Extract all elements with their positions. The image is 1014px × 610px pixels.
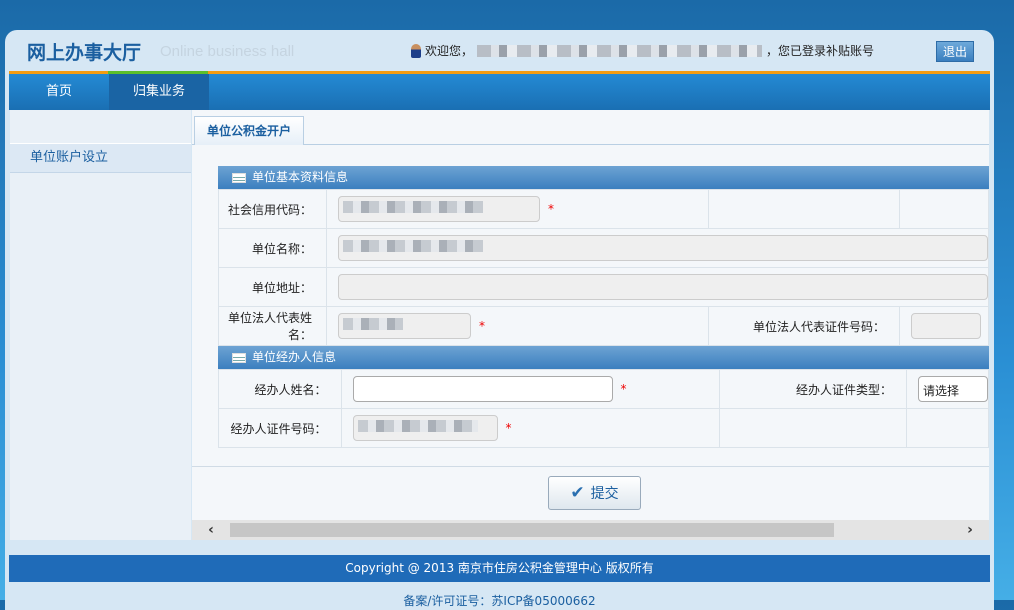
section-header-agent: 单位经办人信息	[218, 346, 989, 369]
sidebar: 单位账户设立	[10, 110, 191, 540]
required-mark: *	[505, 420, 512, 435]
main-content: 单位公积金开户 单位基本资料信息 社会信用代码： * 单位名称： 单位地址： 单位…	[192, 110, 989, 540]
label: 经办人姓名：	[218, 369, 342, 409]
username-redacted	[476, 44, 762, 57]
required-mark: *	[479, 318, 485, 333]
site-subtitle: Online business hall	[160, 43, 295, 60]
agent-name-input[interactable]	[352, 376, 613, 402]
section-header-basic: 单位基本资料信息	[218, 166, 989, 189]
scroll-left-icon[interactable]: ‹	[192, 522, 230, 538]
required-mark: *	[548, 201, 554, 216]
basic-info-table: 社会信用代码： * 单位名称： 单位地址： 单位法人代表姓名： * 单位法人代表证件号…	[218, 189, 989, 346]
label: 经办人证件类型：	[719, 369, 907, 409]
footer-icp: 备案/许可证号：苏ICP备05000662	[403, 594, 596, 608]
site-title: 网上办事大厅	[27, 42, 142, 64]
scroll-right-icon[interactable]: ›	[951, 522, 989, 538]
user-info: 欢迎您， ，您已登录补贴账号	[410, 42, 874, 59]
button-area: ✔ 提交	[192, 466, 989, 520]
scrollbar-thumb[interactable]	[230, 523, 834, 537]
unit-address-input[interactable]	[338, 274, 988, 300]
sidebar-item-account-setup[interactable]: 单位账户设立	[10, 143, 191, 173]
tab-account-open[interactable]: 单位公积金开户	[194, 116, 304, 145]
user-icon	[410, 43, 421, 58]
login-note: ，您已登录补贴账号	[765, 44, 874, 58]
check-icon: ✔	[570, 483, 585, 503]
horizontal-scrollbar[interactable]: ‹ ›	[192, 520, 989, 540]
unit-name-input[interactable]	[338, 235, 988, 261]
label: 单位法人代表证件号码：	[708, 306, 900, 346]
agent-id-type-select[interactable]: 请选择	[918, 376, 988, 402]
main-nav: 首页 归集业务	[9, 74, 990, 110]
nav-home[interactable]: 首页	[9, 74, 109, 110]
label: 单位法人代表姓名：	[218, 306, 327, 346]
nav-collection[interactable]: 归集业务	[109, 74, 209, 110]
required-mark: *	[620, 381, 627, 396]
agent-info-table: 经办人姓名： * 经办人证件类型： 请选择 经办人证件号码： *	[218, 369, 989, 448]
agent-id-input[interactable]	[352, 415, 498, 441]
table-icon	[232, 172, 246, 183]
section-title: 单位基本资料信息	[252, 170, 349, 184]
legal-id-input[interactable]	[911, 313, 981, 339]
submit-button[interactable]: ✔ 提交	[548, 476, 641, 510]
account-form: 单位基本资料信息 社会信用代码： * 单位名称： 单位地址： 单位法人代表姓名： *…	[218, 166, 989, 448]
header: 网上办事大厅 Online business hall 欢迎您， ，您已登录补贴…	[5, 30, 994, 72]
label: 社会信用代码：	[218, 189, 327, 229]
logout-button[interactable]: 退出	[935, 41, 974, 62]
table-icon	[232, 352, 246, 363]
credit-code-input[interactable]	[338, 196, 540, 222]
app-window: 网上办事大厅 Online business hall 欢迎您， ，您已登录补贴…	[5, 30, 994, 610]
section-title: 单位经办人信息	[252, 350, 337, 364]
legal-name-input[interactable]	[338, 313, 471, 339]
tab-bar	[192, 144, 989, 145]
label: 单位名称：	[218, 228, 327, 268]
welcome-text: 欢迎您，	[424, 44, 473, 58]
label: 单位地址：	[218, 267, 327, 307]
submit-label: 提交	[590, 486, 619, 502]
label: 经办人证件号码：	[218, 408, 342, 448]
footer-copyright: Copyright @ 2013 南京市住房公积金管理中心 版权所有	[9, 555, 990, 582]
